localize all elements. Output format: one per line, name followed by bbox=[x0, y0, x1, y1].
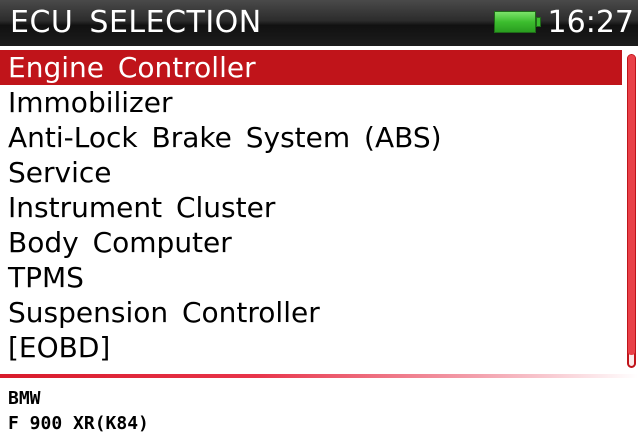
ecu-list: Engine Controller Immobilizer Anti-Lock … bbox=[0, 50, 622, 372]
vehicle-make: BMW bbox=[8, 388, 41, 409]
screen-title: ECU SELECTION bbox=[10, 5, 262, 40]
battery-tip bbox=[536, 17, 541, 27]
ecu-item-suspension-controller[interactable]: Suspension Controller bbox=[0, 295, 622, 330]
header-bar: ECU SELECTION 16:27 bbox=[0, 0, 638, 46]
battery-full-icon bbox=[494, 11, 542, 33]
ecu-item-body-computer[interactable]: Body Computer bbox=[0, 225, 622, 260]
clock: 16:27 bbox=[547, 5, 634, 40]
ecu-item-instrument-cluster[interactable]: Instrument Cluster bbox=[0, 190, 622, 225]
ecu-item-immobilizer[interactable]: Immobilizer bbox=[0, 85, 622, 120]
ecu-item-tpms[interactable]: TPMS bbox=[0, 260, 622, 295]
ecu-item-service[interactable]: Service bbox=[0, 155, 622, 190]
vehicle-info: BMW F 900 XR(K84) bbox=[8, 386, 149, 436]
ecu-item-engine-controller[interactable]: Engine Controller bbox=[0, 50, 622, 85]
ecu-selection-screen: ECU SELECTION 16:27 Engine Controller Im… bbox=[0, 0, 638, 439]
ecu-item-eobd[interactable]: [EOBD] bbox=[0, 330, 622, 365]
list-scrollbar[interactable] bbox=[623, 50, 638, 372]
scrollbar-thumb[interactable] bbox=[628, 55, 635, 355]
divider bbox=[0, 374, 638, 378]
ecu-item-abs[interactable]: Anti-Lock Brake System (ABS) bbox=[0, 120, 622, 155]
vehicle-model: F 900 XR(K84) bbox=[8, 413, 149, 434]
battery-body bbox=[494, 11, 536, 33]
